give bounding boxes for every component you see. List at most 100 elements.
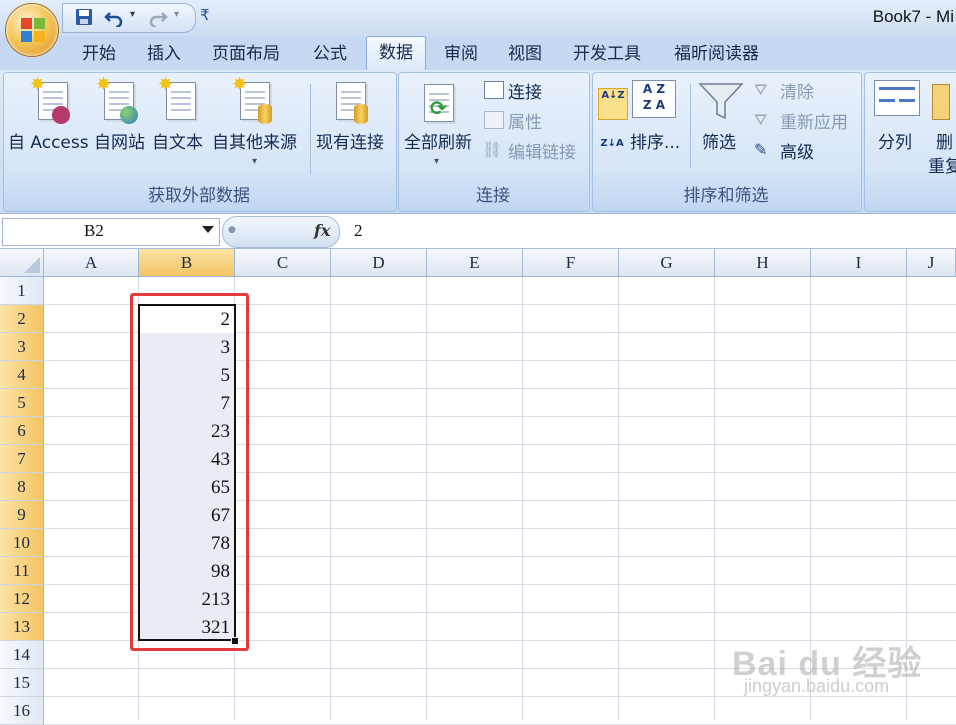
text-to-columns-button[interactable]: 分列	[868, 76, 924, 180]
filter-button[interactable]: 筛选	[696, 76, 748, 180]
group-separator	[690, 84, 691, 168]
reapply-button[interactable]: ⛛ 重新应用	[754, 108, 858, 133]
edit-links-label: 编辑链接	[508, 143, 576, 163]
from-other-sources-button[interactable]: ✸ 自其他来源 ▾	[212, 76, 304, 180]
column-header-b[interactable]: B	[139, 249, 235, 277]
dropdown-arrow-icon: ▾	[252, 156, 258, 167]
name-box-dropdown-icon[interactable]	[202, 226, 214, 233]
clear-filter-icon: ⛛	[754, 80, 768, 99]
redo-icon[interactable]	[148, 7, 168, 27]
clear-button[interactable]: ⛛ 清除	[754, 78, 858, 103]
remove-duplicates-icon	[932, 84, 950, 120]
advanced-label: 高级	[780, 143, 814, 163]
properties-label: 属性	[508, 113, 542, 133]
column-header-a[interactable]: A	[44, 249, 139, 277]
row-header-9[interactable]: 9	[0, 501, 44, 529]
edit-links-button[interactable]: ⛓ 编辑链接	[482, 138, 586, 163]
tab-review[interactable]: 审阅	[432, 38, 490, 70]
row-header-13[interactable]: 13	[0, 613, 44, 641]
from-web-button[interactable]: ✸ 自网站	[94, 76, 152, 180]
expand-handle-icon[interactable]: ●	[228, 225, 236, 235]
row-header-1[interactable]: 1	[0, 277, 44, 305]
name-box[interactable]	[2, 218, 220, 246]
refresh-all-button[interactable]: ⟳ 全部刷新 ▾	[402, 76, 478, 180]
group-label-sort-filter: 排序和筛选	[683, 186, 769, 206]
from-text-button[interactable]: ✸ 自文本	[152, 76, 212, 180]
tab-data[interactable]: 数据	[366, 36, 426, 71]
tab-formulas[interactable]: 公式	[301, 38, 359, 70]
window-title: Book7 - Mi	[872, 7, 954, 26]
globe-icon	[120, 106, 138, 124]
access-key-icon	[52, 106, 70, 124]
column-header-j[interactable]: J	[907, 249, 956, 277]
customize-qat-icon[interactable]: ₹	[200, 6, 210, 24]
row-header-15[interactable]: 15	[0, 669, 44, 697]
sort-dialog-icon: A ZZ A	[632, 80, 676, 118]
undo-icon[interactable]	[104, 7, 124, 27]
undo-dropdown-icon[interactable]: ▾	[130, 9, 135, 20]
advanced-filter-icon: ✎	[754, 140, 768, 159]
sort-descending-icon[interactable]: Z↓A	[600, 138, 624, 164]
column-header-g[interactable]: G	[619, 249, 715, 277]
reapply-label: 重新应用	[780, 113, 848, 133]
group-label-external-data: 获取外部数据	[148, 186, 250, 206]
properties-button[interactable]: 属性	[482, 108, 586, 133]
row-header-12[interactable]: 12	[0, 585, 44, 613]
connections-button[interactable]: 连接	[482, 78, 586, 103]
remove-duplicates-label-1: 删	[936, 133, 953, 153]
row-header-3[interactable]: 3	[0, 333, 44, 361]
tab-insert[interactable]: 插入	[135, 38, 193, 70]
from-access-button[interactable]: ✸ 自 Access	[8, 76, 94, 180]
row-header-10[interactable]: 10	[0, 529, 44, 557]
filter-label: 筛选	[702, 133, 736, 153]
new-star-icon: ✸	[96, 74, 112, 95]
row-header-14[interactable]: 14	[0, 641, 44, 669]
from-other-sources-label: 自其他来源	[212, 133, 297, 153]
row-header-11[interactable]: 11	[0, 557, 44, 585]
row-header-7[interactable]: 7	[0, 445, 44, 473]
column-header-f[interactable]: F	[523, 249, 619, 277]
row-header-4[interactable]: 4	[0, 361, 44, 389]
sort-ascending-icon[interactable]: A↓Z	[598, 88, 628, 120]
tab-page-layout[interactable]: 页面布局	[200, 38, 292, 70]
text-to-columns-icon	[874, 80, 920, 116]
column-gridline	[522, 277, 523, 720]
column-header-e[interactable]: E	[427, 249, 523, 277]
filter-funnel-icon	[698, 83, 744, 120]
select-all-corner[interactable]	[0, 249, 44, 277]
from-web-label: 自网站	[94, 133, 145, 153]
properties-icon	[484, 111, 504, 129]
formula-input[interactable]: 2	[354, 221, 363, 241]
column-header-c[interactable]: C	[235, 249, 331, 277]
group-separator	[310, 84, 311, 174]
link-icon: ⛓	[482, 140, 503, 159]
sort-label: 排序...	[630, 133, 681, 153]
advanced-button[interactable]: ✎ 高级	[754, 138, 858, 163]
database-icon	[354, 104, 368, 124]
tab-developer[interactable]: 开发工具	[561, 38, 653, 70]
connections-label: 连接	[508, 83, 542, 103]
column-gridline	[714, 277, 715, 720]
new-star-icon: ✸	[158, 74, 174, 95]
insert-function-button[interactable]: fx	[314, 221, 330, 240]
row-header-8[interactable]: 8	[0, 473, 44, 501]
tab-view[interactable]: 视图	[496, 38, 554, 70]
clear-label: 清除	[780, 83, 814, 103]
row-header-2[interactable]: 2	[0, 305, 44, 333]
redo-dropdown-icon[interactable]: ▾	[174, 9, 179, 20]
remove-duplicates-button[interactable]: 删 重复	[928, 76, 956, 180]
column-header-d[interactable]: D	[331, 249, 427, 277]
sort-button[interactable]: A ZZ A 排序...	[630, 76, 686, 180]
row-header-16[interactable]: 16	[0, 697, 44, 725]
existing-connections-button[interactable]: 现有连接	[316, 76, 392, 180]
text-to-columns-label: 分列	[878, 133, 912, 153]
tab-home[interactable]: 开始	[70, 38, 128, 70]
save-icon[interactable]	[74, 7, 94, 27]
office-button[interactable]	[6, 4, 58, 56]
row-header-6[interactable]: 6	[0, 417, 44, 445]
column-header-i[interactable]: I	[811, 249, 907, 277]
row-header-5[interactable]: 5	[0, 389, 44, 417]
tab-foxit-reader[interactable]: 福昕阅读器	[662, 38, 771, 70]
database-icon	[258, 104, 272, 124]
column-header-h[interactable]: H	[715, 249, 811, 277]
